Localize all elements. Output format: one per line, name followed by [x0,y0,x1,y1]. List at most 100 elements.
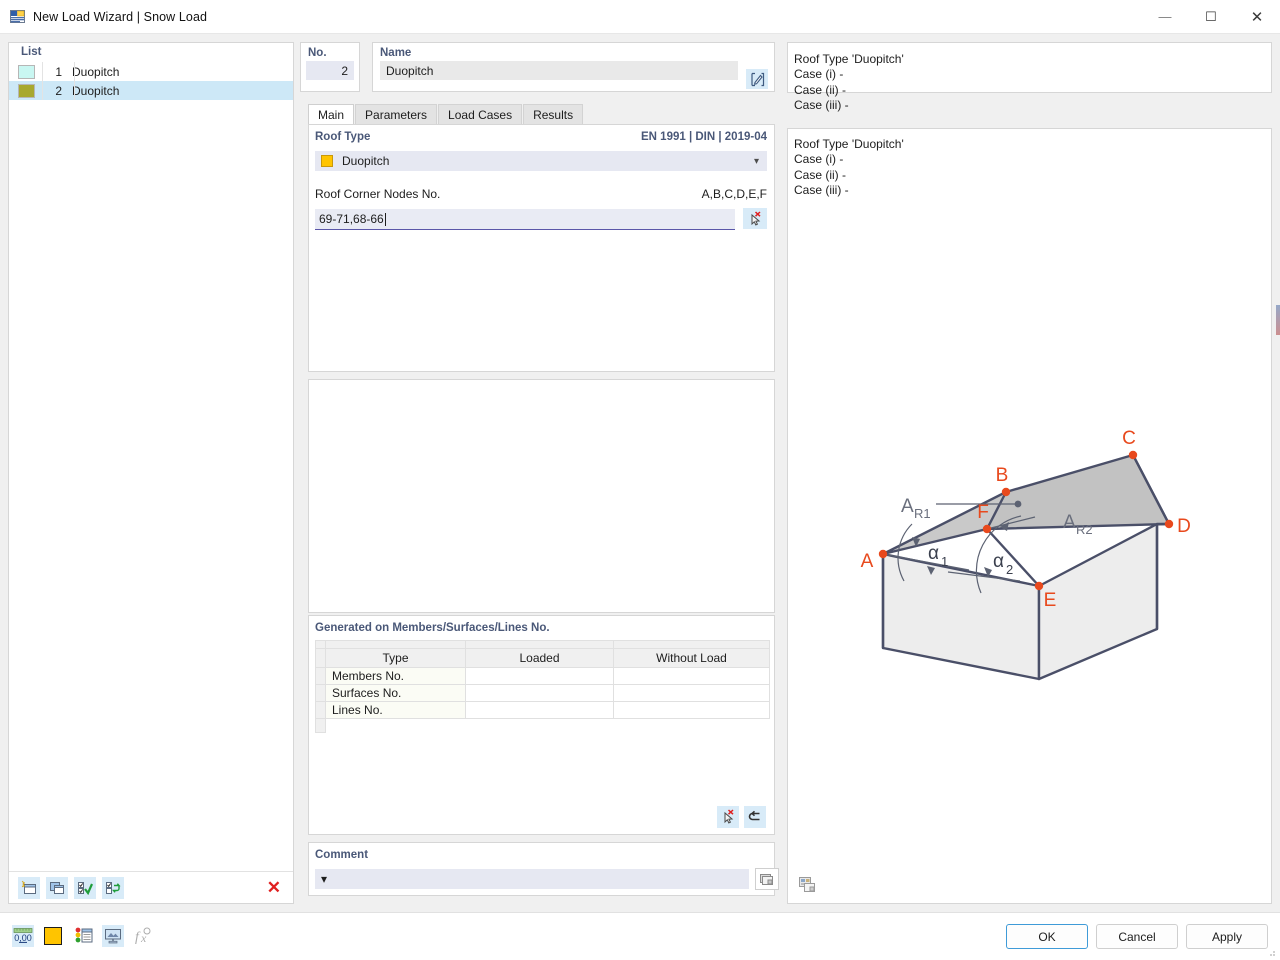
node-f-marker [982,524,992,534]
list-column-divider-1 [42,62,43,100]
info-panel-text: Roof Type 'Duopitch' Case (i) - Case (ii… [794,52,904,113]
cancel-button[interactable]: Cancel [1096,924,1178,949]
comment-input[interactable]: ▾ [315,869,749,889]
chevron-down-icon: ▾ [753,155,759,167]
cell-type: Surfaces No. [325,684,466,702]
info-line-case-iii: Case (iii) - [794,97,849,112]
roof-type-select[interactable]: Duopitch ▾ [315,151,767,171]
bottom-bar: 0,00 f x OK Cancel Apply [0,912,1280,960]
render-icon[interactable] [102,925,124,947]
new-item-icon[interactable] [18,876,40,899]
row-gutter [315,718,326,733]
minimize-button[interactable]: — [1142,0,1188,34]
cell-loaded[interactable] [465,701,614,719]
info-line-roof-type: Roof Type 'Duopitch' [794,52,904,66]
list-item-number: 2 [55,83,62,98]
node-e-marker [1034,581,1044,591]
delete-item-icon[interactable]: ✕ [267,879,281,896]
reset-icon[interactable] [744,806,766,828]
new-load-wizard-window: New Load Wizard | Snow Load — ☐ ✕ List 1… [0,0,1280,960]
table-filler-row [315,718,770,733]
toggle-check-icon[interactable] [102,876,124,899]
table-filler-cell [466,719,614,733]
list-toolbar: ✕ [9,871,293,903]
copy-item-icon[interactable] [46,876,68,899]
numeric-format-icon[interactable]: 0,00 [12,925,34,947]
node-label-d: D [1177,516,1191,537]
svg-text:x: x [140,931,147,945]
select-nodes-icon[interactable] [743,208,767,229]
area-label-ar2: A [1063,512,1076,533]
chevron-down-icon: ▾ [321,872,328,886]
name-input[interactable]: Duopitch [380,61,738,80]
color-swatch-icon[interactable] [42,925,64,947]
tab-load-cases[interactable]: Load Cases [438,104,523,124]
comment-library-icon[interactable] [755,868,779,890]
no-field-group: No. 2 [300,42,360,92]
table-row[interactable]: Members No. [315,667,770,685]
tab-parameters[interactable]: Parameters [355,104,438,124]
angle-label-alpha2-sub: 2 [1006,562,1013,577]
table-spacer-cell [613,640,770,649]
roof-corner-nodes-hint: A,B,C,D,E,F [701,187,767,201]
comment-label: Comment [315,849,369,861]
info-panel: Roof Type 'Duopitch' Case (i) - Case (ii… [787,42,1272,112]
tab-main[interactable]: Main [308,104,355,124]
generated-actions [717,806,766,828]
select-objects-icon[interactable] [717,806,739,828]
table-gutter [315,648,326,668]
no-input[interactable]: 2 [306,61,354,80]
check-all-icon[interactable] [74,876,96,899]
generated-panel: Generated on Members/Surfaces/Lines No. … [308,615,775,835]
list-item[interactable]: 2 Duopitch [9,81,293,100]
apply-button[interactable]: Apply [1186,924,1268,949]
ok-button[interactable]: OK [1006,924,1088,949]
node-label-b: B [996,465,1009,486]
column-header-without-load: Without Load [613,648,770,668]
list-item-color-swatch [18,83,35,98]
list-item[interactable]: 1 Duopitch [9,62,293,81]
column-header-loaded: Loaded [465,648,614,668]
edge-d-vertical [1155,522,1171,631]
duopitch-roof-diagram: A B C D E F A R1 A R2 α 1 α 2 [861,428,1191,681]
image-export-icon[interactable] [795,873,819,895]
roof-corner-nodes-input[interactable]: 69-71,68-66 [315,209,735,230]
display-properties-icon[interactable] [72,925,94,947]
row-gutter [315,701,326,719]
list-panel: List 1 Duopitch 2 Duopitch ✕ [8,42,294,904]
angle-label-alpha2: α [993,551,1004,572]
roof-corner-nodes-row: Roof Corner Nodes No. A,B,C,D,E,F [315,187,767,201]
cell-loaded[interactable] [465,684,614,702]
resize-grip-icon[interactable] [1266,947,1276,957]
table-header-row: Type Loaded Without Load [315,648,770,668]
title-bar: New Load Wizard | Snow Load — ☐ ✕ [0,0,1280,34]
window-title: New Load Wizard | Snow Load [33,9,208,24]
cell-without-load[interactable] [613,684,770,702]
roof-corner-nodes-value: 69-71,68-66 [319,212,384,226]
info-line-case-i: Case (i) - [794,67,844,82]
tab-results[interactable]: Results [523,104,584,124]
cell-without-load[interactable] [613,667,770,685]
generated-section-header: Generated on Members/Surfaces/Lines No. [309,616,774,634]
list-item-label: Duopitch [72,64,120,79]
row-gutter [315,684,326,702]
no-label: No. [308,47,327,59]
row-gutter [315,667,326,685]
edge-scroll-indicator[interactable] [1276,305,1280,335]
text-caret [384,212,386,226]
generated-title: Generated on Members/Surfaces/Lines No. [315,622,550,634]
close-button[interactable]: ✕ [1234,0,1280,34]
wizard-icon [10,9,26,25]
table-row[interactable]: Surfaces No. [315,684,770,702]
formula-icon: f x [132,925,154,947]
table-gutter [315,640,326,649]
cell-without-load[interactable] [613,701,770,719]
angle-label-alpha1: α [928,543,939,564]
preview-panel [308,379,775,613]
angle-label-alpha1-sub: 1 [941,554,948,569]
edit-pencil-icon[interactable] [746,69,768,89]
name-field-group: Name Duopitch [372,42,775,92]
maximize-button[interactable]: ☐ [1188,0,1234,34]
table-row[interactable]: Lines No. [315,701,770,719]
cell-loaded[interactable] [465,667,614,685]
